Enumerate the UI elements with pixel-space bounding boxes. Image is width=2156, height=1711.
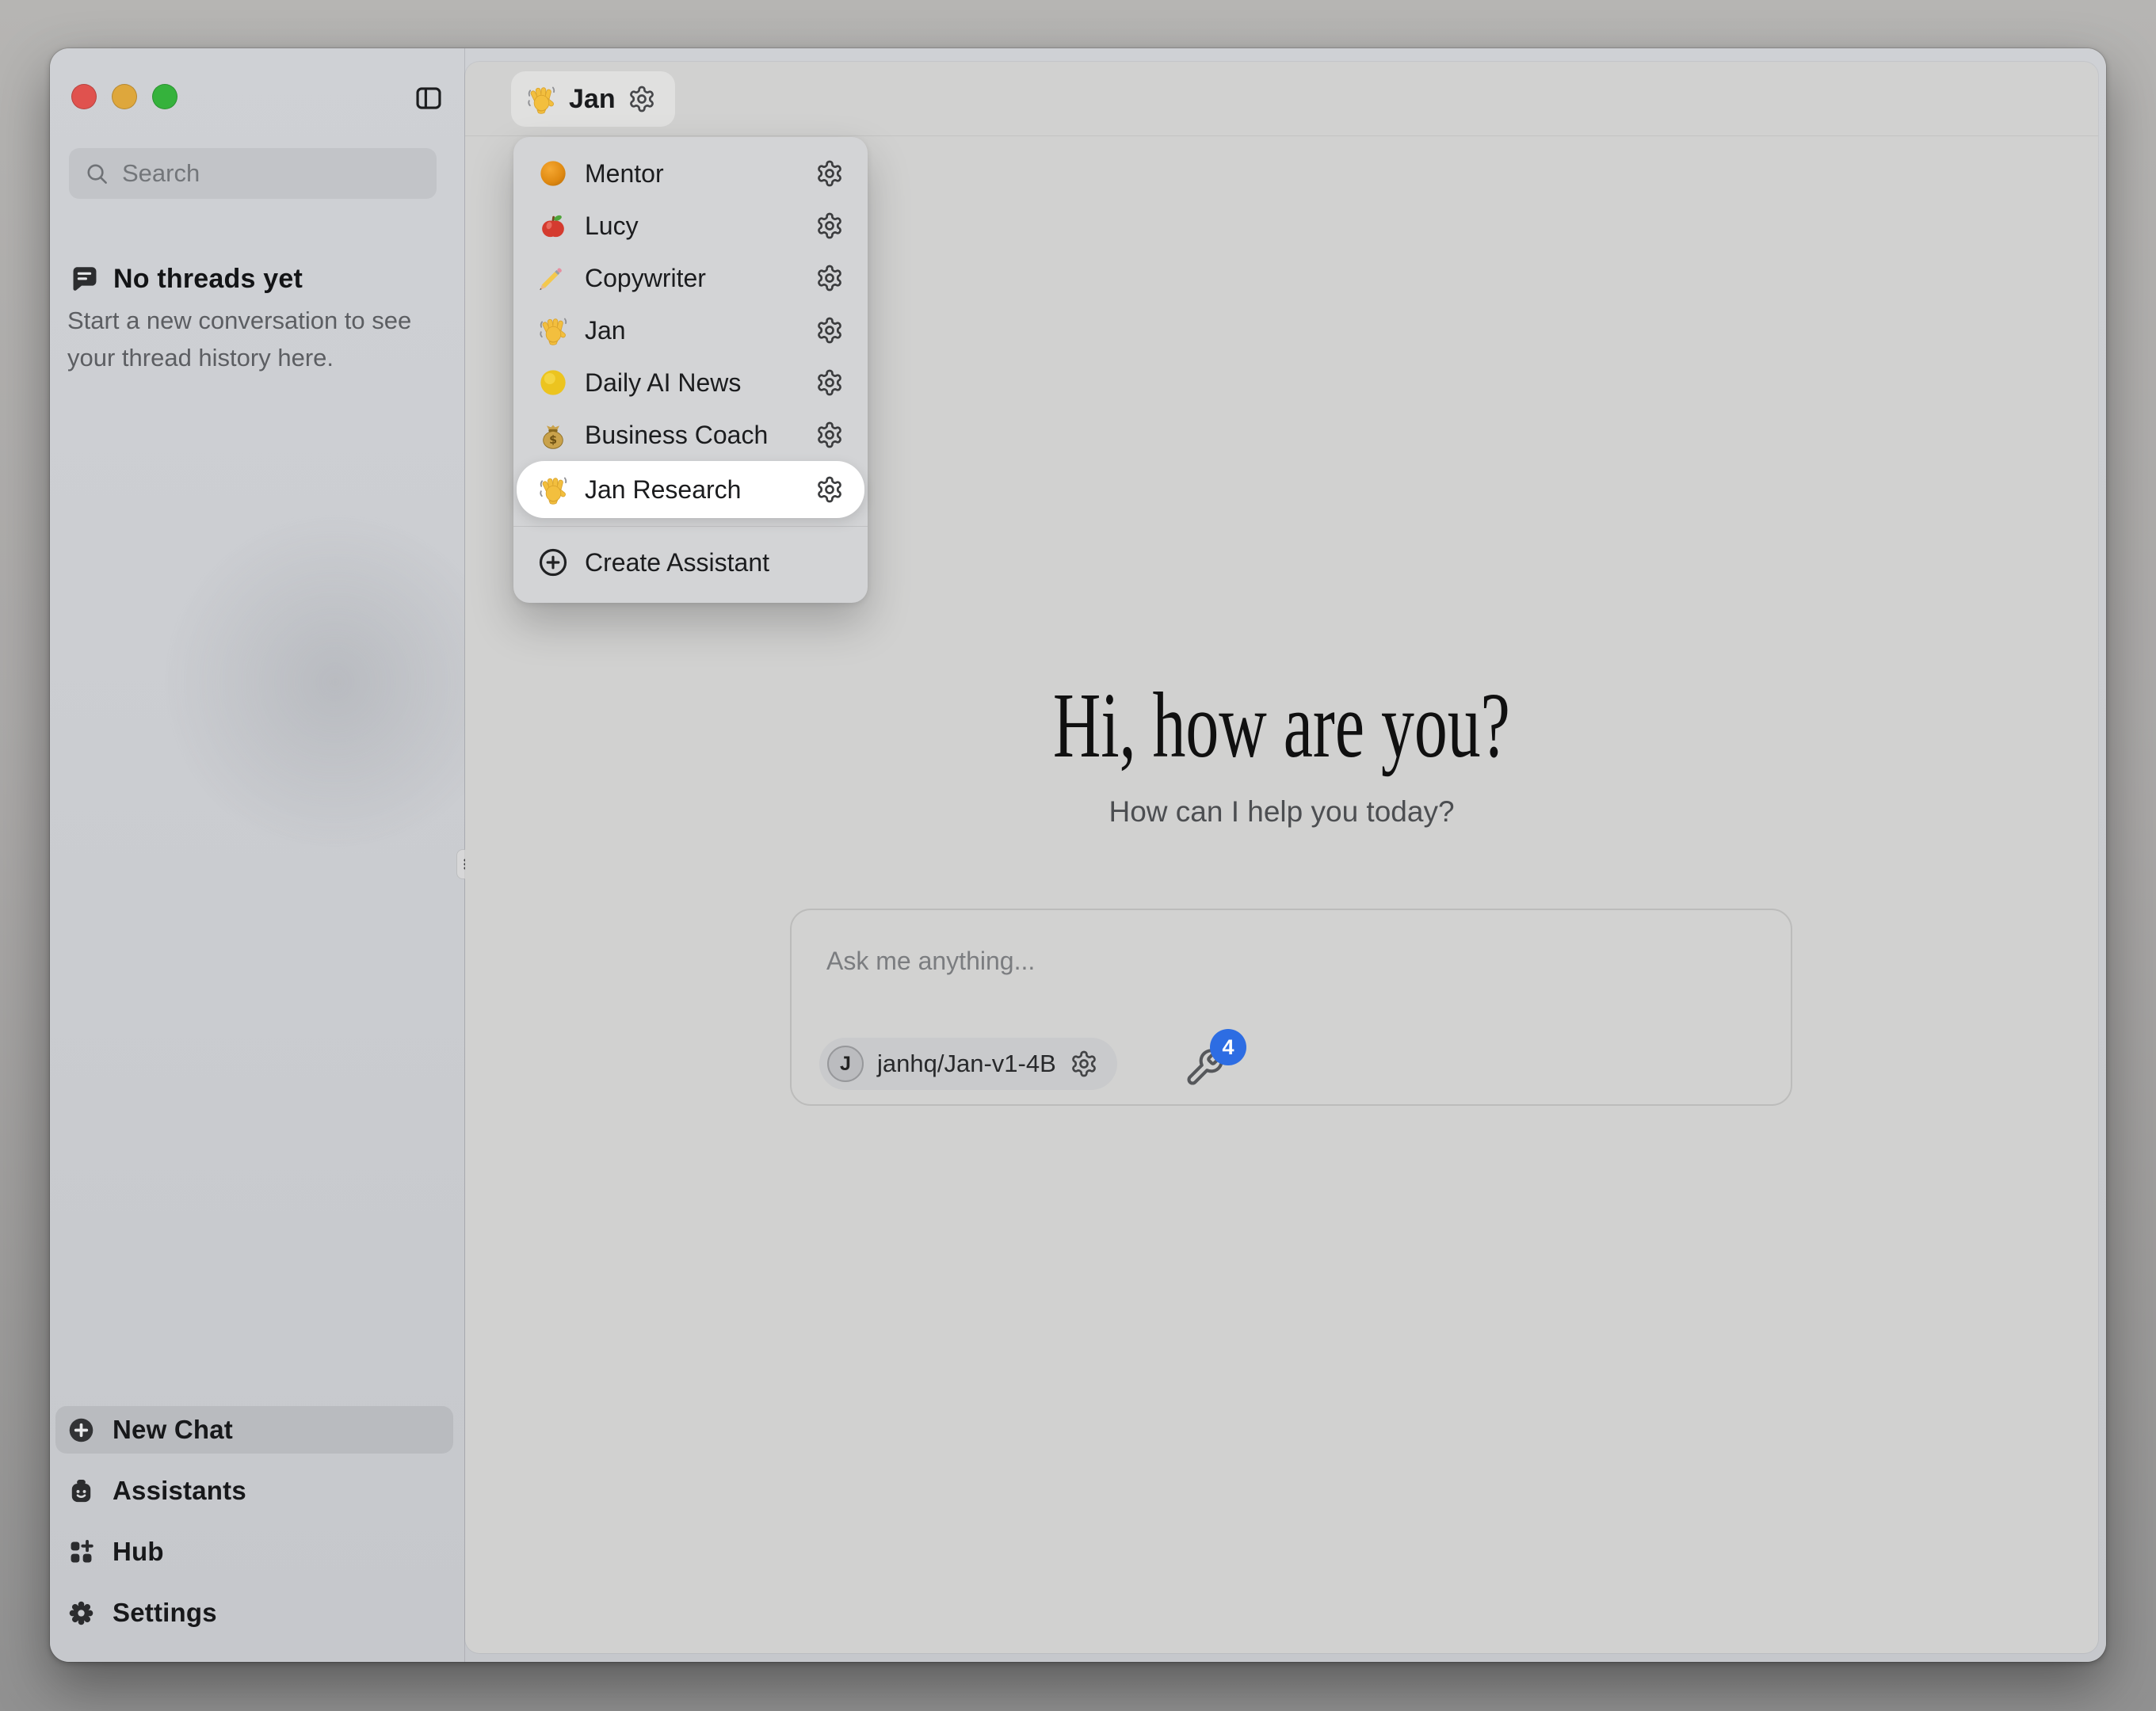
assistant-settings-icon[interactable]: [815, 264, 844, 292]
menu-item-jan[interactable]: Jan: [517, 304, 864, 356]
minimize-button[interactable]: [112, 84, 137, 109]
create-assistant-label: Create Assistant: [585, 548, 769, 577]
assistant-settings-icon[interactable]: [815, 475, 844, 504]
menu-item-label: Lucy: [585, 211, 815, 241]
desktop-background: Search No threads yet Start a new conver…: [0, 0, 2156, 1711]
assistant-settings-icon[interactable]: [815, 368, 844, 397]
sidebar-item-label: New Chat: [113, 1415, 233, 1445]
model-settings-icon[interactable]: [1070, 1050, 1098, 1078]
tools-count-badge: 4: [1210, 1029, 1246, 1065]
sidebar-toggle-button[interactable]: [414, 83, 444, 113]
menu-divider: [513, 526, 868, 527]
menu-item-copywriter[interactable]: Copywriter: [517, 252, 864, 304]
close-button[interactable]: [71, 84, 97, 109]
model-selector-button[interactable]: J janhq/Jan-v1-4B: [819, 1038, 1117, 1090]
orange-circle-emoji-icon: [537, 158, 569, 189]
red-apple-emoji-icon: [537, 210, 569, 242]
sidebar-item-new-chat[interactable]: New Chat: [55, 1406, 453, 1454]
menu-item-daily-ai-news[interactable]: Daily AI News: [517, 356, 864, 409]
menu-item-label: Business Coach: [585, 421, 815, 450]
search-icon: [85, 162, 109, 186]
create-assistant-button[interactable]: Create Assistant: [517, 535, 864, 590]
menu-item-label: Jan Research: [585, 475, 815, 505]
menu-item-lucy[interactable]: Lucy: [517, 200, 864, 252]
traffic-lights: [71, 84, 177, 109]
assistant-settings-icon[interactable]: [815, 211, 844, 240]
main-panel: Jan Mentor Lucy Copywriter: [465, 62, 2098, 1653]
pencil-emoji-icon: [537, 262, 569, 294]
menu-item-label: Mentor: [585, 159, 815, 189]
message-square-icon: [69, 264, 100, 295]
assistant-settings-icon[interactable]: [815, 159, 844, 188]
menu-item-label: Jan: [585, 316, 815, 345]
empty-state-description: Start a new conversation to see your thr…: [67, 302, 425, 376]
assistant-selector-label: Jan: [569, 84, 616, 115]
gear-icon: [67, 1599, 96, 1628]
gear-icon[interactable]: [628, 85, 656, 113]
app-window: Search No threads yet Start a new conver…: [50, 48, 2106, 1662]
assistant-selector-button[interactable]: Jan: [511, 71, 675, 127]
sidebar-item-label: Settings: [113, 1598, 217, 1628]
menu-item-mentor[interactable]: Mentor: [517, 147, 864, 200]
greeting-subtitle: How can I help you today?: [465, 795, 2098, 829]
sidebar: Search No threads yet Start a new conver…: [50, 48, 465, 1662]
plus-circle-icon: [67, 1416, 96, 1445]
model-name: janhq/Jan-v1-4B: [877, 1050, 1056, 1078]
panel-left-icon: [414, 83, 444, 113]
main-topbar: Jan: [465, 62, 2098, 136]
search-input[interactable]: Search: [69, 148, 437, 199]
zoom-button[interactable]: [152, 84, 177, 109]
assistant-settings-icon[interactable]: [815, 421, 844, 449]
plus-circle-icon: [537, 547, 569, 578]
grid-plus-icon: [67, 1538, 96, 1567]
yellow-circle-emoji-icon: [537, 367, 569, 398]
menu-item-jan-research[interactable]: Jan Research: [517, 461, 864, 518]
composer-placeholder: Ask me anything...: [826, 947, 1035, 976]
greeting-title: Hi, how are you?: [1053, 672, 1510, 779]
tools-button[interactable]: 4: [1184, 1047, 1263, 1111]
sidebar-item-hub[interactable]: Hub: [55, 1528, 453, 1576]
money-bag-emoji-icon: [537, 419, 569, 451]
wave-emoji-icon: [537, 314, 569, 346]
model-avatar: J: [827, 1046, 864, 1082]
assistant-menu: Mentor Lucy Copywriter Jan: [513, 137, 868, 603]
menu-item-business-coach[interactable]: Business Coach: [517, 409, 864, 461]
wave-emoji-icon: [537, 474, 569, 505]
composer[interactable]: Ask me anything... J janhq/Jan-v1-4B 4: [790, 909, 1792, 1106]
sidebar-item-label: Hub: [113, 1537, 164, 1567]
empty-state-header: No threads yet: [69, 264, 303, 295]
assistant-bot-icon: [67, 1477, 96, 1506]
sidebar-nav: New Chat Assistants Hub Settings: [55, 1406, 453, 1637]
menu-item-label: Daily AI News: [585, 368, 815, 398]
sidebar-item-settings[interactable]: Settings: [55, 1589, 453, 1637]
empty-state-title: No threads yet: [113, 264, 303, 295]
wave-emoji-icon: [525, 83, 557, 115]
sidebar-item-label: Assistants: [113, 1476, 246, 1506]
search-placeholder: Search: [122, 159, 200, 188]
menu-item-label: Copywriter: [585, 264, 815, 293]
sidebar-item-assistants[interactable]: Assistants: [55, 1467, 453, 1515]
assistant-settings-icon[interactable]: [815, 316, 844, 345]
